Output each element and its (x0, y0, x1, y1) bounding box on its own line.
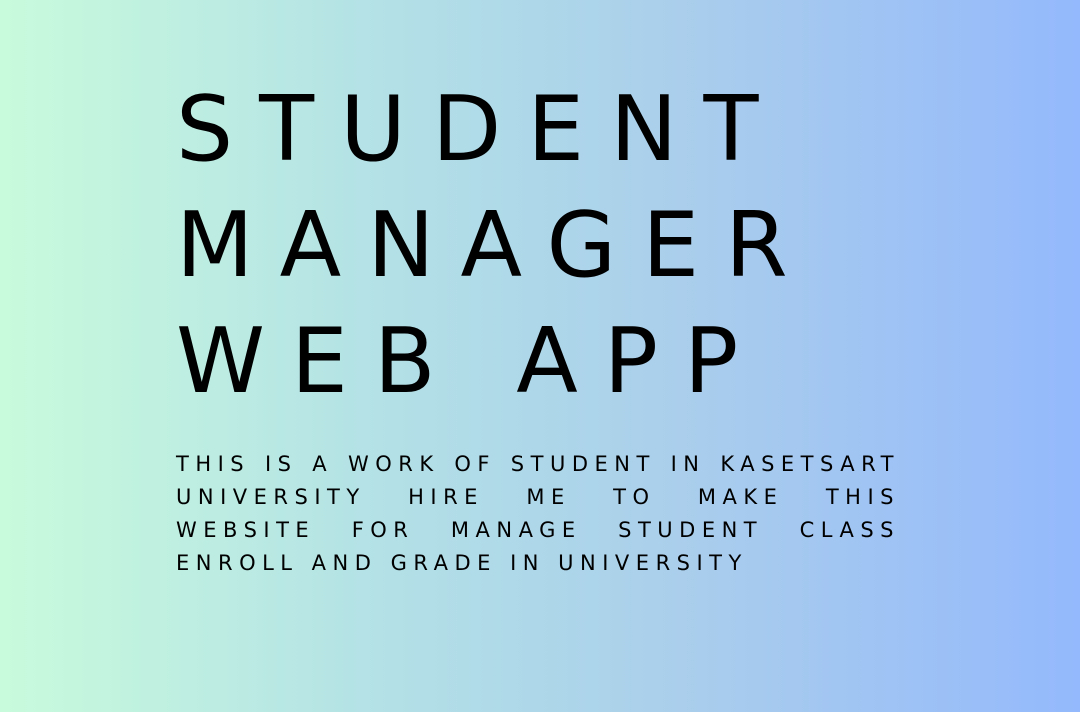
page-title: STUDENT MANAGER WEB APP (176, 72, 1036, 420)
title-line-3: WEB APP (176, 309, 765, 414)
title-line-2: MANAGER (176, 193, 814, 298)
title-slide: STUDENT MANAGER WEB APP THIS IS A WORK O… (0, 0, 1080, 712)
description-text: THIS IS A WORK OF STUDENT IN KASETSART U… (176, 452, 900, 575)
title-line-1: STUDENT (176, 77, 785, 182)
